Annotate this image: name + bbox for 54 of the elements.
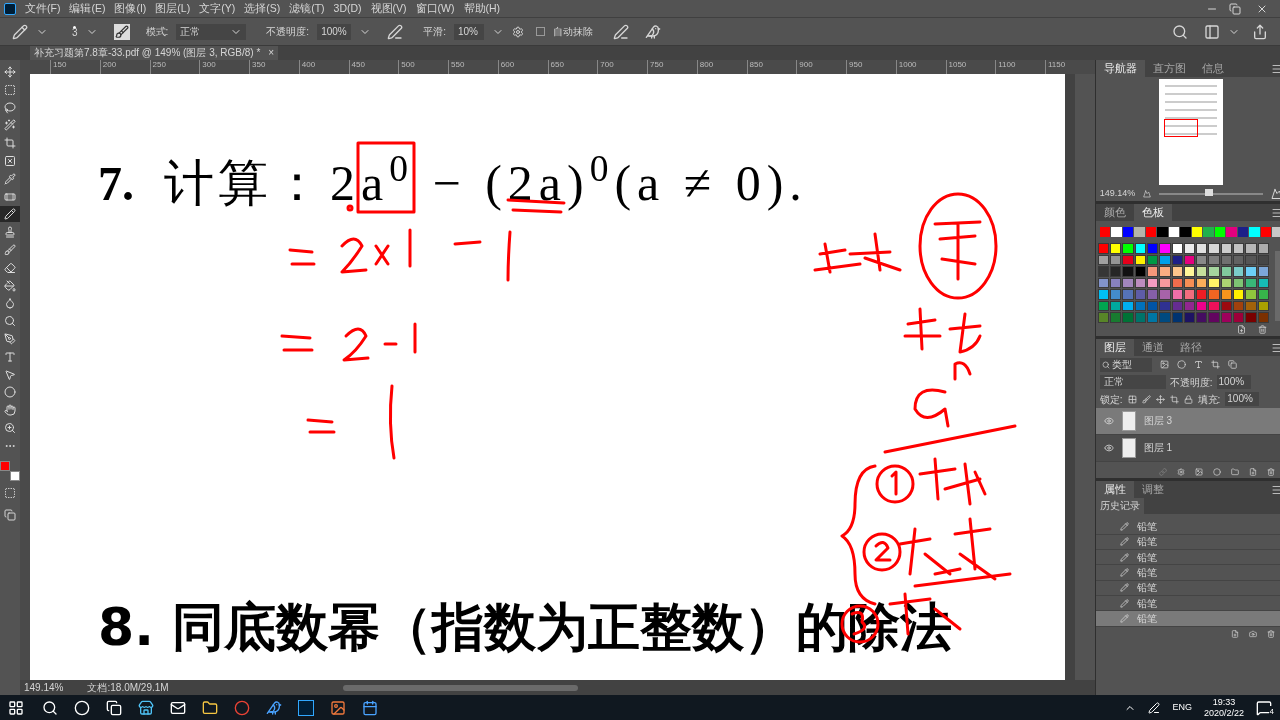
- menu-item[interactable]: 3D(D): [333, 0, 362, 17]
- opacity-field[interactable]: 100%: [1216, 375, 1251, 389]
- lock-label: 锁定:: [1099, 392, 1123, 407]
- panel-tab[interactable]: 直方图: [1144, 60, 1194, 77]
- menu-item[interactable]: 图像(I): [114, 0, 147, 17]
- clock[interactable]: 19:33 2020/2/22: [1203, 696, 1244, 719]
- panel-tab[interactable]: 路径: [1171, 338, 1210, 356]
- document-tab[interactable]: 补充习题第7.8章-33.pdf @ 149% (图层 3, RGB/8) * ×: [30, 46, 279, 60]
- layer-name: 图层 1: [1143, 441, 1173, 455]
- history-item[interactable]: 铅笔: [1095, 580, 1280, 596]
- layer-row[interactable]: 图层 3: [1095, 407, 1280, 435]
- history-item[interactable]: 铅笔: [1095, 550, 1280, 566]
- zoom-level[interactable]: 149.14%: [24, 680, 64, 695]
- opacity-label: 不透明度:: [1169, 375, 1213, 390]
- notification-button[interactable]: 4: [1256, 699, 1272, 716]
- smoothing-label: 平滑:: [423, 25, 446, 39]
- history-item[interactable]: 铅笔: [1095, 611, 1280, 627]
- menu-item[interactable]: 视图(V): [370, 0, 407, 17]
- brush-size[interactable]: 3: [72, 29, 78, 37]
- menu-item[interactable]: 滤镜(T): [289, 0, 325, 17]
- menu-item[interactable]: 图层(L): [155, 0, 191, 17]
- tab-close[interactable]: ×: [268, 46, 275, 60]
- menu-item[interactable]: 文件(F): [25, 0, 61, 17]
- menu-item[interactable]: 选择(S): [244, 0, 281, 17]
- mode-label: 模式:: [145, 25, 169, 39]
- layer-name: 图层 3: [1143, 414, 1173, 428]
- panel-tab[interactable]: 通道: [1133, 338, 1172, 356]
- mode-select[interactable]: 正常: [176, 23, 247, 40]
- menu-item[interactable]: 窗口(W): [415, 0, 455, 17]
- opacity-field[interactable]: 100%: [317, 23, 352, 40]
- language-indicator[interactable]: ENG: [1172, 700, 1192, 715]
- panel-tab[interactable]: 调整: [1133, 480, 1172, 498]
- history-item[interactable]: 铅笔: [1095, 519, 1280, 535]
- problem-number: 7.: [98, 156, 134, 212]
- fill-label: 填充:: [1197, 392, 1221, 407]
- layer-row[interactable]: 图层 1: [1095, 434, 1280, 462]
- panel-tab[interactable]: 色板: [1133, 204, 1172, 221]
- history-item[interactable]: 铅笔: [1095, 565, 1280, 581]
- filter-select[interactable]: 类型: [1099, 357, 1152, 372]
- history-item[interactable]: 铅笔: [1095, 534, 1280, 551]
- document-size: 文档:18.0M/29.1M: [87, 681, 169, 695]
- panel-tab[interactable]: 导航器: [1095, 60, 1145, 77]
- panel-tab[interactable]: 信息: [1193, 60, 1232, 77]
- navigator-zoom[interactable]: 149.14%: [1099, 187, 1136, 201]
- problem-title: 计算：: [164, 153, 326, 214]
- blend-mode-select[interactable]: 正常: [1099, 375, 1166, 389]
- auto-erase-label[interactable]: 自动抹除: [552, 24, 593, 39]
- menu-item[interactable]: 编辑(E): [69, 0, 106, 17]
- panel-tab[interactable]: 颜色: [1095, 204, 1134, 221]
- menu-item[interactable]: 文字(Y): [199, 0, 236, 17]
- opacity-label: 不透明度:: [266, 25, 310, 39]
- smoothing-field[interactable]: 10%: [453, 23, 484, 40]
- menu-item[interactable]: 帮助(H): [463, 0, 501, 17]
- fill-field[interactable]: 100%: [1225, 392, 1260, 406]
